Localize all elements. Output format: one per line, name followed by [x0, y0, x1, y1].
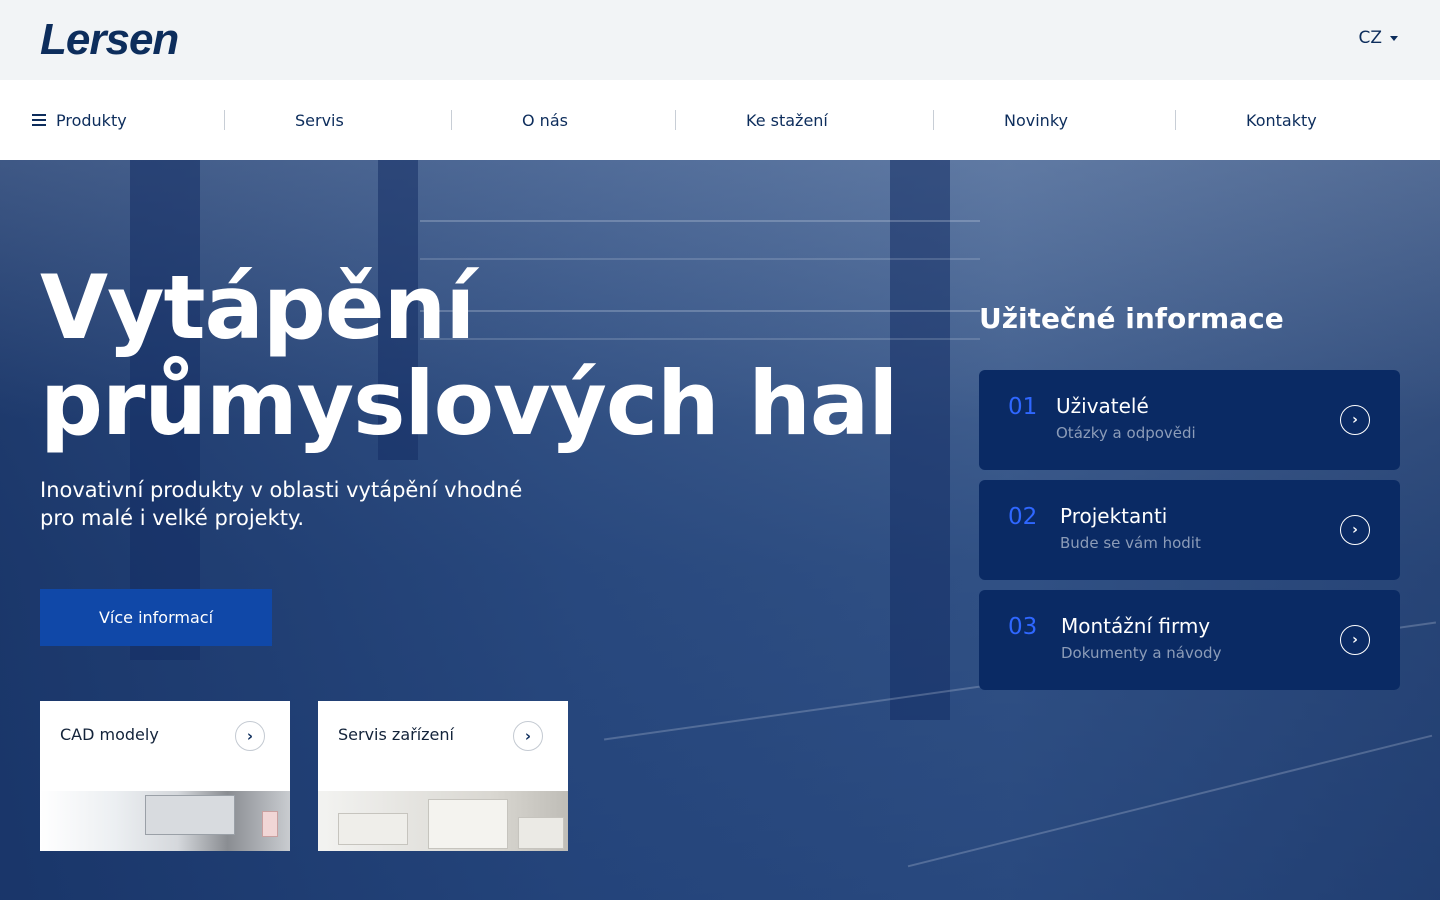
cad-models-card[interactable]: CAD modely ›: [40, 701, 290, 851]
main-nav: Produkty Servis O nás Ke stažení Novinky…: [0, 80, 1440, 160]
caret-down-icon: [1390, 35, 1398, 41]
hero-title: Vytápění průmyslových hal: [40, 260, 900, 452]
cad-models-image: [40, 791, 290, 851]
nav-item-servis[interactable]: Servis: [295, 80, 344, 160]
nav-label: Novinky: [1004, 110, 1068, 130]
chevron-right-icon[interactable]: ›: [513, 721, 543, 751]
chevron-right-icon[interactable]: ›: [1340, 405, 1370, 435]
hero-title-line-2: průmyslových hal: [40, 352, 898, 455]
nav-item-ke-stazeni[interactable]: Ke stažení: [746, 80, 828, 160]
info-card-label: Uživatelé: [1056, 394, 1149, 418]
card-title: Servis zařízení: [338, 725, 454, 744]
info-card-number: 01: [1008, 394, 1038, 420]
chevron-right-icon[interactable]: ›: [1340, 625, 1370, 655]
language-label: CZ: [1358, 28, 1382, 48]
nav-label: O nás: [522, 110, 568, 130]
hero-lead-line-1: Inovativní produkty v oblasti vytápění v…: [40, 478, 523, 502]
nav-label: Servis: [295, 110, 344, 130]
nav-divider: [1175, 110, 1176, 130]
info-card-subtitle: Otázky a odpovědi: [1056, 424, 1196, 442]
hero-title-line-1: Vytápění: [40, 256, 475, 359]
service-unit-shape: [338, 813, 408, 845]
info-card-label: Montážní firmy: [1061, 614, 1211, 638]
info-card-subtitle: Bude se vám hodit: [1060, 534, 1201, 552]
info-card-users[interactable]: 01 Uživatelé Otázky a odpovědi ›: [979, 370, 1400, 470]
service-card[interactable]: Servis zařízení ›: [318, 701, 568, 851]
nav-divider: [675, 110, 676, 130]
service-image: [318, 791, 568, 851]
nav-label: Ke stažení: [746, 110, 828, 130]
hero-background-floorline: [907, 734, 1433, 868]
nav-divider: [451, 110, 452, 130]
nav-item-novinky[interactable]: Novinky: [1004, 80, 1068, 160]
hamburger-menu-icon: [32, 114, 46, 126]
cad-product-shape: [145, 795, 235, 835]
card-title: CAD modely: [60, 725, 159, 744]
service-unit-shape: [518, 817, 564, 849]
language-selector[interactable]: CZ: [1358, 28, 1398, 48]
hero-section: Vytápění průmyslových hal Inovativní pro…: [0, 160, 1440, 900]
nav-label: Produkty: [56, 110, 127, 130]
nav-divider: [933, 110, 934, 130]
chevron-right-icon[interactable]: ›: [235, 721, 265, 751]
hero-lead-line-2: pro malé i velké projekty.: [40, 506, 305, 530]
nav-item-kontakty[interactable]: Kontakty: [1246, 80, 1317, 160]
lersen-logo[interactable]: Lersen: [40, 18, 179, 62]
useful-info-title: Užitečné informace: [979, 302, 1284, 335]
cad-product-tag: [262, 811, 278, 837]
hero-lead: Inovativní produkty v oblasti vytápění v…: [40, 476, 580, 532]
nav-label: Kontakty: [1246, 110, 1317, 130]
info-card-number: 03: [1008, 614, 1038, 640]
top-bar: Lersen CZ: [0, 0, 1440, 80]
hero-background-rack: [420, 220, 980, 260]
info-card-subtitle: Dokumenty a návody: [1061, 644, 1222, 662]
info-card-installers[interactable]: 03 Montážní firmy Dokumenty a návody ›: [979, 590, 1400, 690]
more-info-button[interactable]: Více informací: [40, 589, 272, 646]
nav-item-produkty[interactable]: Produkty: [32, 80, 127, 160]
nav-item-o-nas[interactable]: O nás: [522, 80, 568, 160]
info-card-number: 02: [1008, 504, 1038, 530]
info-card-designers[interactable]: 02 Projektanti Bude se vám hodit ›: [979, 480, 1400, 580]
info-card-label: Projektanti: [1060, 504, 1168, 528]
service-unit-shape: [428, 799, 508, 849]
nav-divider: [224, 110, 225, 130]
chevron-right-icon[interactable]: ›: [1340, 515, 1370, 545]
